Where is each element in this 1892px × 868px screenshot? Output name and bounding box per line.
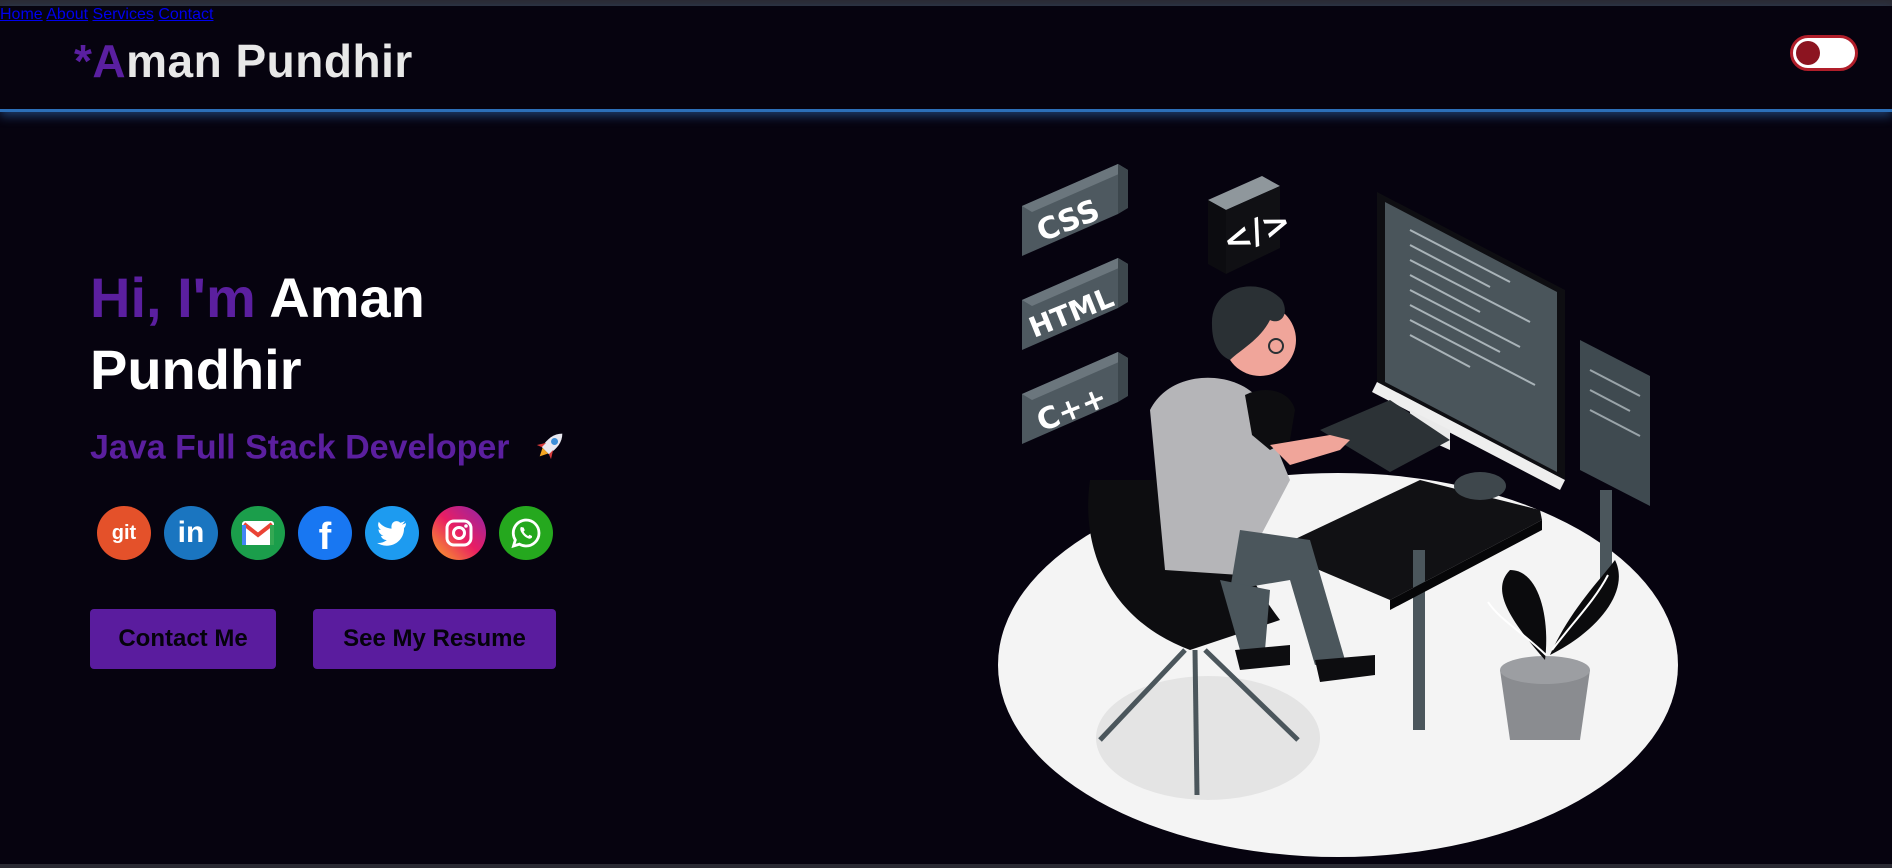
instagram-icon[interactable] <box>432 506 486 560</box>
contact-me-button[interactable]: Contact Me <box>90 609 276 669</box>
code-tag-block: </> <box>1208 176 1296 274</box>
hero-role: Java Full Stack Developer <box>90 425 571 474</box>
toggle-knob <box>1796 41 1820 65</box>
html-block: HTML <box>1022 258 1128 350</box>
git-icon-text: git <box>111 521 137 544</box>
window-bottom-strip <box>0 864 1892 868</box>
facebook-icon[interactable]: f <box>298 506 352 560</box>
twitter-icon[interactable] <box>365 506 419 560</box>
logo-accent: A <box>92 35 127 87</box>
rocket-icon <box>531 425 571 474</box>
logo-rest: man Pundhir <box>126 35 413 87</box>
linkedin-icon[interactable]: in <box>164 506 218 560</box>
hero-role-text: Java Full Stack Developer <box>90 428 510 467</box>
developer-illustration: CSS HTML C++ </> <box>990 150 1690 860</box>
gmail-icon[interactable] <box>231 506 285 560</box>
nav-contact[interactable]: Contact <box>158 6 213 23</box>
facebook-icon-text: f <box>318 516 332 558</box>
hero-greeting: Hi, I'm <box>90 266 256 329</box>
logo[interactable]: *Aman Pundhir <box>74 34 413 88</box>
git-icon[interactable]: git <box>97 506 151 560</box>
nav-menu: Home About Services Contact <box>0 6 1892 24</box>
navbar: *Aman Pundhir Home About Services Contac… <box>0 6 1892 112</box>
nav-services[interactable]: Services <box>93 6 154 23</box>
theme-toggle[interactable] <box>1790 35 1858 71</box>
css-block: CSS <box>1022 164 1128 256</box>
whatsapp-icon[interactable] <box>499 506 553 560</box>
logo-prefix: * <box>74 35 93 87</box>
hero-title: Hi, I'm Aman Pundhir <box>90 262 570 406</box>
see-resume-button[interactable]: See My Resume <box>313 609 556 669</box>
cpp-block: C++ <box>1022 352 1128 444</box>
nav-about[interactable]: About <box>46 6 88 23</box>
nav-home[interactable]: Home <box>0 6 43 23</box>
linkedin-icon-text: in <box>177 516 205 549</box>
